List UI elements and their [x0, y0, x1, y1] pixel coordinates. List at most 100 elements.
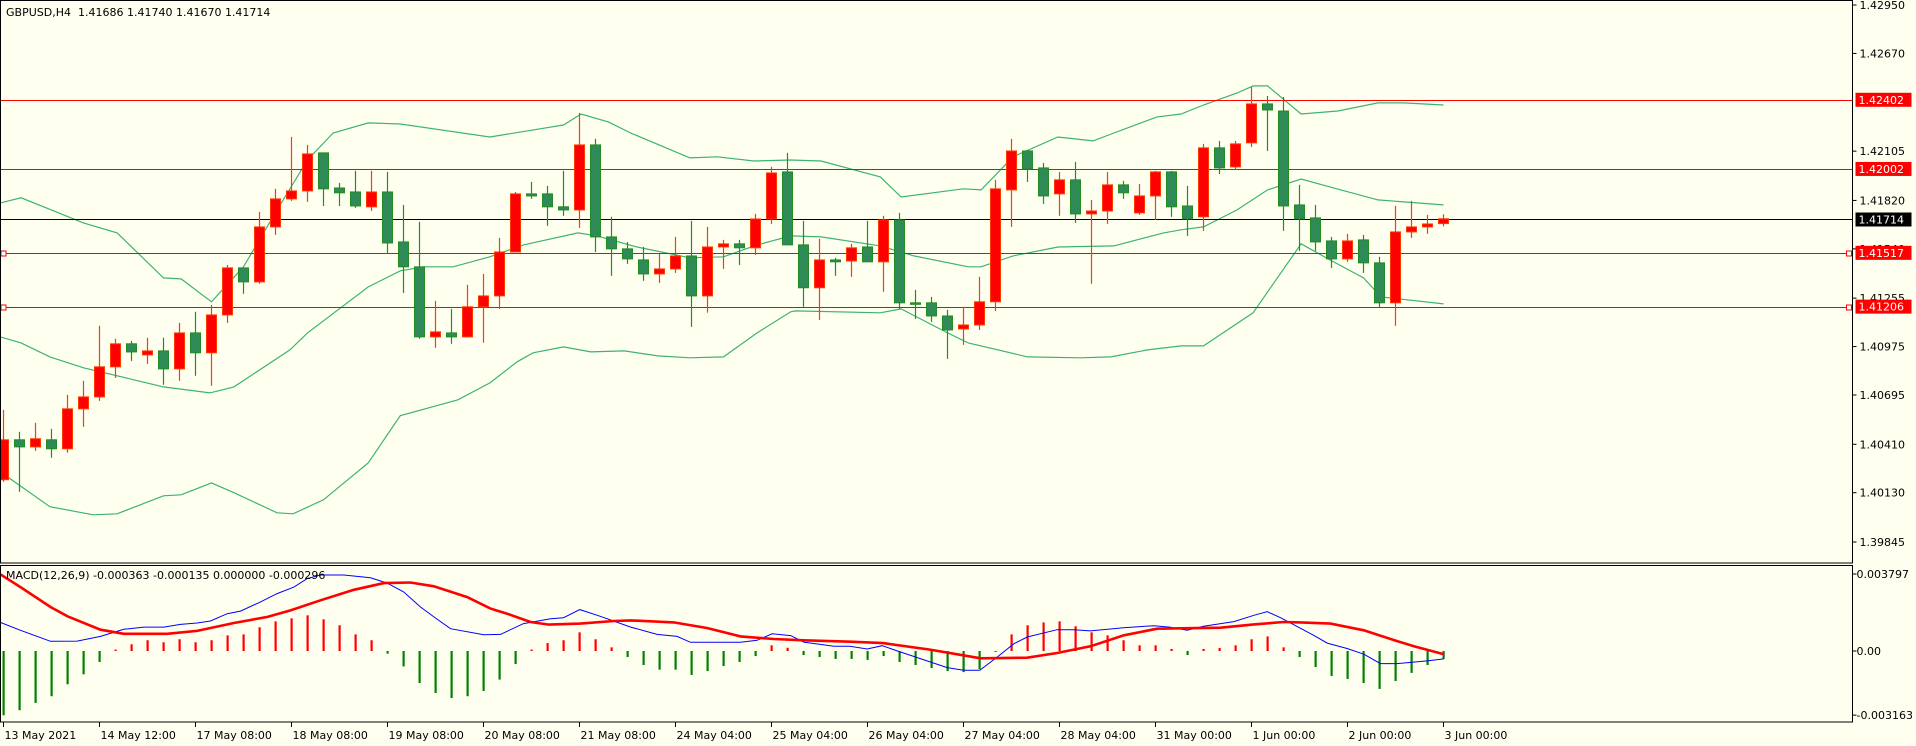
time-tick-label: 14 May 12:00	[101, 729, 176, 742]
candle-body	[1118, 184, 1129, 194]
time-tick-label: 31 May 00:00	[1157, 729, 1232, 742]
macd-histogram-bar	[514, 651, 517, 664]
macd-histogram-bar	[658, 651, 661, 670]
candle-body	[958, 324, 969, 330]
candles	[0, 86, 1449, 492]
candle-body	[222, 267, 233, 316]
candle	[510, 191, 521, 253]
time-tick-label: 13 May 2021	[5, 729, 77, 742]
macd-histogram-bar	[978, 651, 981, 670]
candle	[222, 264, 233, 323]
macd-histogram-bar	[1314, 651, 1317, 668]
candle	[350, 170, 361, 208]
candle	[174, 322, 185, 381]
candle-body	[1422, 223, 1433, 228]
candle-body	[270, 198, 281, 228]
candle-body	[1086, 210, 1097, 215]
bid-price-label: 1.41714	[1859, 214, 1905, 227]
macd-histogram-bar	[546, 643, 549, 651]
candle	[1262, 95, 1273, 151]
candle-body	[254, 226, 265, 283]
bollinger-middle-line	[0, 178, 1444, 394]
candle-body	[446, 332, 457, 338]
candle	[1150, 170, 1161, 220]
candle-body	[638, 259, 649, 275]
candle-body	[318, 152, 329, 190]
candle	[846, 243, 857, 277]
candle-body	[110, 343, 121, 368]
macd-histogram-bar	[130, 644, 133, 651]
price-chart[interactable]: 1.429501.426701.421051.418201.415401.412…	[0, 0, 1916, 746]
price-tick-label: 1.40695	[1860, 389, 1906, 402]
candle	[766, 166, 777, 224]
macd-histogram-bar	[1218, 647, 1221, 651]
candle	[190, 311, 201, 376]
candle	[574, 112, 585, 228]
candle	[318, 152, 329, 206]
macd-histogram-bar	[818, 651, 821, 658]
candle	[1166, 170, 1177, 217]
candle-body	[926, 302, 937, 317]
macd-histogram-bar	[194, 642, 197, 651]
candle	[1070, 161, 1081, 223]
macd-histogram-bar	[706, 651, 709, 672]
macd-histogram-bar	[594, 639, 597, 651]
candle-body	[782, 171, 793, 246]
candle	[1134, 184, 1145, 215]
candle-body	[718, 243, 729, 248]
macd-histogram-bar	[498, 651, 501, 680]
candle-body	[814, 259, 825, 289]
candle-body	[1230, 143, 1241, 168]
candle-body	[1022, 150, 1033, 170]
candle	[1086, 199, 1097, 284]
macd-histogram-bar	[578, 632, 581, 651]
candle-body	[382, 191, 393, 244]
chart-header: GBPUSD,H4 1.41686 1.41740 1.41670 1.4171…	[6, 6, 270, 19]
candle	[862, 220, 873, 263]
bollinger-upper-line	[0, 85, 1444, 303]
macd-histogram-bar	[354, 634, 357, 651]
candle	[830, 257, 841, 276]
symbol-timeframe: GBPUSD,H4	[6, 6, 71, 19]
candle-body	[302, 153, 313, 192]
candle-body	[542, 193, 553, 208]
level-handle[interactable]	[0, 250, 7, 257]
candle	[894, 212, 905, 309]
level-handle[interactable]	[1846, 250, 1852, 257]
level-handle[interactable]	[1846, 304, 1852, 311]
macd-histogram-bar	[850, 651, 853, 659]
macd-histogram-bar	[642, 651, 645, 665]
macd-histogram-bar	[1058, 621, 1061, 651]
candle-body	[1070, 179, 1081, 215]
candle	[1374, 256, 1385, 308]
macd-histogram-bar	[1362, 651, 1365, 684]
bollinger-lower-line	[0, 243, 1444, 516]
level-price-label: 1.42002	[1859, 163, 1905, 176]
candle	[462, 284, 473, 338]
candle	[702, 226, 713, 313]
macd-histogram-bar	[162, 642, 165, 651]
macd-tick-label: -0.003163	[1857, 709, 1913, 722]
macd-histogram-bar	[306, 615, 309, 651]
candle	[238, 267, 249, 294]
candle-body	[126, 343, 137, 353]
macd-histogram-bar	[898, 651, 901, 662]
macd-histogram-bar	[754, 651, 757, 657]
macd-histogram-bar	[722, 651, 725, 667]
macd-histogram-bar	[178, 639, 181, 651]
level-handle[interactable]	[0, 304, 7, 311]
macd-histogram-bar	[1186, 651, 1189, 656]
candle	[254, 211, 265, 284]
level-price-label: 1.41517	[1859, 247, 1905, 260]
candle	[1118, 180, 1129, 199]
macd-histogram-bar	[290, 618, 293, 651]
candle-body	[30, 438, 41, 448]
candle	[62, 394, 73, 453]
macd-histogram-bar	[82, 651, 85, 675]
candle	[782, 152, 793, 246]
macd-histogram-bar	[1330, 651, 1333, 676]
candle	[46, 428, 57, 458]
macd-histogram-bar	[1298, 651, 1301, 658]
candle-body	[1358, 239, 1369, 264]
time-tick-label: 28 May 04:00	[1061, 729, 1136, 742]
